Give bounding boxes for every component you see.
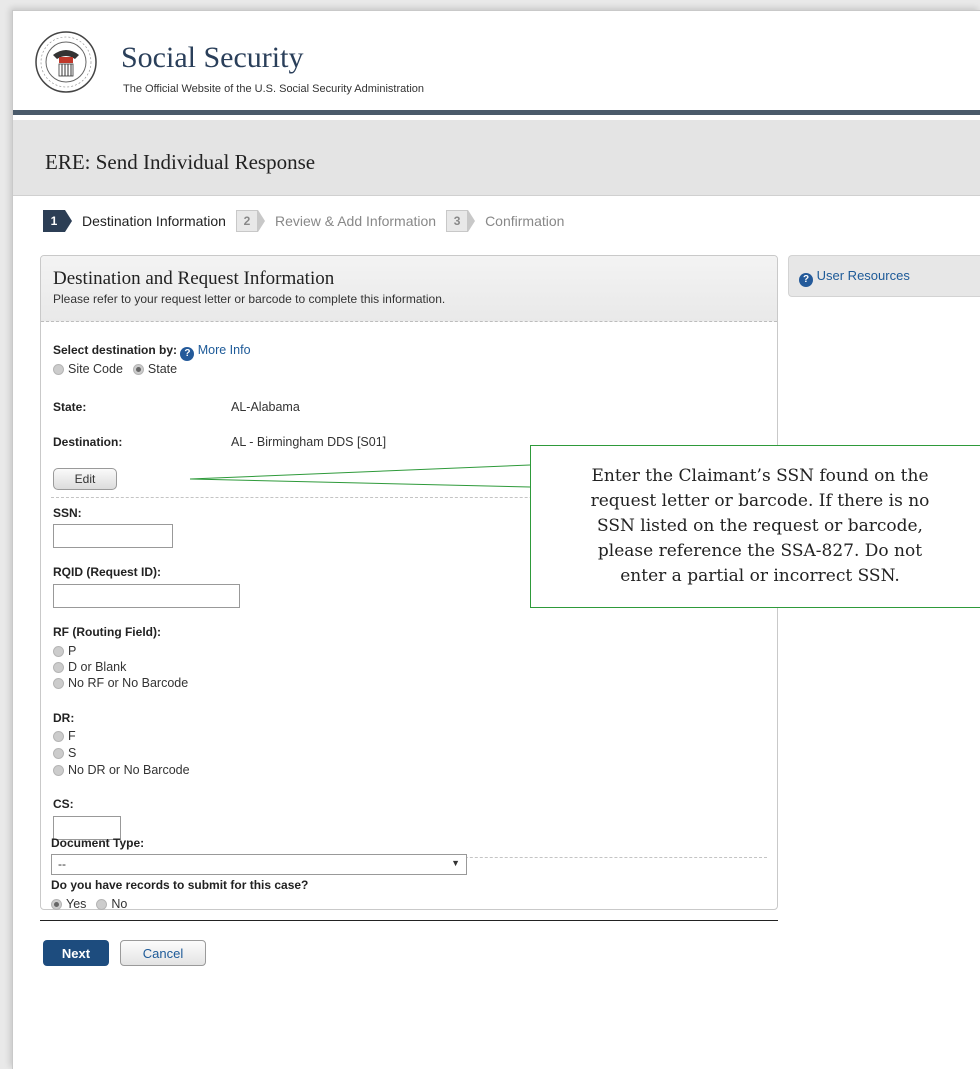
callout-line: please reference the SSA-827. Do not — [597, 541, 923, 561]
step-1-chevron — [65, 210, 72, 232]
step-3-chevron — [468, 210, 476, 232]
step-3-number: 3 — [446, 210, 469, 232]
site-title[interactable]: Social Security — [121, 41, 303, 75]
page-title-bar: ERE: Send Individual Response — [13, 120, 980, 196]
callout-line: SSN listed on the request or barcode, — [597, 516, 923, 536]
user-resources-panel[interactable]: ? User Resources — [788, 255, 980, 297]
step-1-label: Destination Information — [82, 213, 226, 229]
callout-line: enter a partial or incorrect SSN. — [620, 566, 900, 586]
actions-divider — [40, 920, 778, 921]
step-1-number: 1 — [43, 210, 65, 232]
ssa-seal-icon[interactable] — [35, 31, 97, 93]
progress-steps: 1 Destination Information 2 Review & Add… — [43, 207, 574, 235]
ssn-help-callout: Enter the Claimant’s SSN found on the re… — [530, 445, 980, 608]
step-2-number: 2 — [235, 210, 258, 232]
cancel-button[interactable]: Cancel — [120, 940, 206, 966]
document-type-select[interactable]: -- ▼ — [51, 854, 467, 875]
next-button[interactable]: Next — [43, 940, 109, 966]
dropdown-arrow-icon: ▼ — [451, 858, 460, 868]
step-2-label: Review & Add Information — [274, 213, 437, 229]
callout-line: request letter or barcode. If there is n… — [590, 491, 930, 511]
user-resources-link[interactable]: User Resources — [817, 268, 910, 283]
document-type-value: -- — [58, 857, 66, 871]
help-icon: ? — [799, 273, 813, 287]
step-3-label: Confirmation — [485, 213, 565, 229]
site-header: Social Security The Official Website of … — [13, 11, 980, 115]
callout-line: Enter the Claimant’s SSN found on the — [591, 466, 929, 486]
page-title: ERE: Send Individual Response — [45, 150, 316, 174]
step-2-chevron — [257, 210, 265, 232]
document-type-label: Document Type: — [51, 836, 145, 850]
site-subtitle: The Official Website of the U.S. Social … — [123, 83, 425, 95]
